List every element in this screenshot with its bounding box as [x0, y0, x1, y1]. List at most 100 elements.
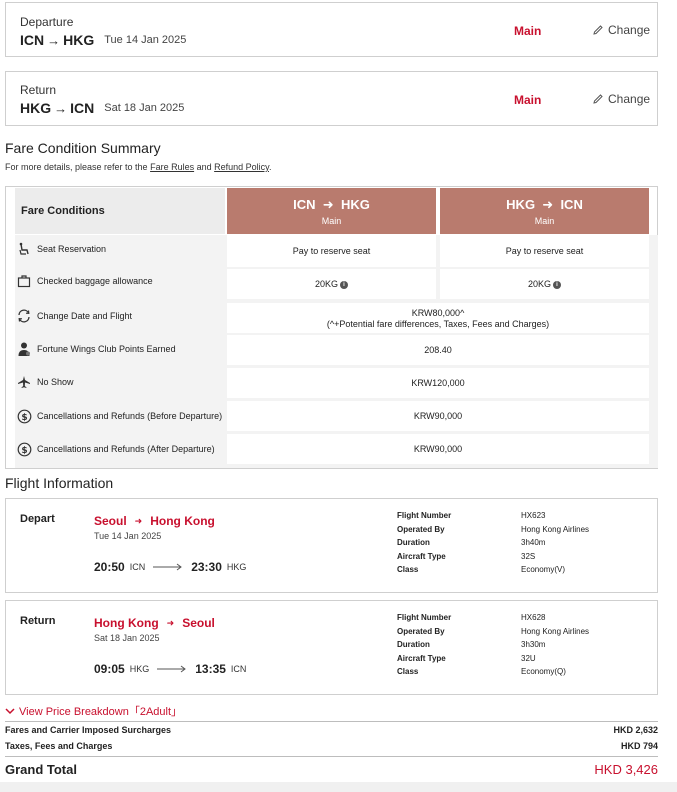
flight-kind: Return	[20, 615, 56, 627]
route-header-outbound: ICN ➜ HKG Main	[227, 188, 436, 234]
arrival-time: 23:30	[191, 560, 222, 574]
cancel-before-value: KRW90,000	[227, 401, 649, 431]
origin-city: Seoul	[94, 514, 127, 528]
cancel-after-label: $ Cancellations and Refunds (After Depar…	[15, 436, 225, 462]
change-date-label: Change Date and Flight	[15, 307, 225, 325]
chevron-down-icon	[5, 708, 15, 715]
change-label: Change	[608, 92, 651, 106]
divider	[5, 756, 658, 757]
info-icon[interactable]: i	[553, 280, 561, 289]
arrow-right-icon: →	[47, 32, 61, 48]
route-header-route: ICN ➜ HKG	[293, 197, 370, 212]
info-icon[interactable]: i	[340, 280, 348, 289]
grand-total-row: Grand Total HKD 3,426	[5, 762, 658, 777]
destination-city: Hong Kong	[150, 514, 215, 528]
arrival-code: HKG	[226, 562, 247, 572]
detail-label: Aircraft Type	[397, 551, 446, 561]
change-button[interactable]: Change	[592, 92, 650, 106]
seat-reservation-label: Seat Reservation	[15, 240, 225, 258]
segment-label: Departure	[20, 15, 74, 29]
destination-code: HKG	[63, 32, 95, 48]
row-label-text: No Show	[37, 377, 74, 387]
departure-segment-card: Departure ICN → HKG Tue 14 Jan 2025 Main…	[5, 2, 658, 57]
no-show-label: No Show	[15, 373, 225, 391]
cancel-before-label: $ Cancellations and Refunds (Before Depa…	[15, 403, 225, 429]
dollar-icon: $	[15, 440, 33, 458]
depart-flight-card: Depart Seoul ➜ Hong Kong Tue 14 Jan 2025…	[5, 498, 658, 593]
origin-city: Hong Kong	[94, 616, 159, 630]
segment-date: Tue 14 Jan 2025	[104, 34, 187, 46]
segment-date: Sat 18 Jan 2025	[104, 102, 185, 114]
flight-date: Tue 14 Jan 2025	[94, 531, 162, 541]
svg-text:$: $	[21, 446, 27, 456]
change-fee-note: (^+Potential fare differences, Taxes, Fe…	[326, 319, 550, 329]
route-header-cabin: Main	[321, 216, 342, 226]
flight-times: 20:50 ICN 23:30 HKG	[94, 560, 246, 574]
seat-icon	[15, 240, 33, 258]
flight-info-title: Flight Information	[5, 475, 114, 491]
fare-summary-title: Fare Condition Summary	[5, 140, 161, 156]
flight-times: 09:05 HKG 13:35 ICN	[94, 662, 246, 676]
route-header-cabin: Main	[534, 216, 555, 226]
grand-total-value: HKD 3,426	[594, 762, 658, 777]
route-header-return: HKG ➜ ICN Main	[440, 188, 649, 234]
taxes-row: Taxes, Fees and Charges HKD 794	[5, 741, 658, 751]
aircraft-type: 32S	[521, 551, 536, 561]
cabin-class: Main	[514, 93, 542, 107]
duration: 3h40m	[521, 538, 546, 547]
view-price-breakdown-toggle[interactable]: View Price Breakdown「2Adult」	[5, 703, 182, 719]
fare-conditions-header: Fare Conditions	[15, 188, 225, 234]
detail-label: Flight Number	[397, 511, 452, 520]
row-label-text: Cancellations and Refunds (After Departu…	[37, 443, 215, 454]
baggage-outbound-value: 20KG i	[227, 269, 436, 299]
seat-outbound-value: Pay to reserve seat	[227, 235, 436, 267]
detail-label: Class	[397, 667, 419, 676]
flight-details: Flight Number HX628 Operated By Hong Kong …	[397, 613, 641, 681]
flight-number: HX628	[521, 613, 546, 622]
arrival-code: ICN	[230, 664, 247, 674]
pencil-icon	[593, 94, 603, 104]
operator: Hong Kong Airlines	[521, 626, 590, 636]
change-date-value: KRW80,000^ (^+Potential fare differences…	[227, 303, 649, 333]
fare-conditions-table: Fare Conditions ICN ➜ HKG Main HKG ➜ ICN…	[5, 186, 658, 469]
detail-label: Operated By	[397, 524, 445, 534]
fares-value: HKD 2,632	[613, 725, 658, 735]
refund-policy-link[interactable]: Refund Policy	[214, 162, 269, 172]
cancel-after-value: KRW90,000	[227, 434, 649, 464]
flight-details: Flight Number HX623 Operated By Hong Kong …	[397, 511, 641, 579]
flight-route: Seoul ➜ Hong Kong	[94, 514, 215, 528]
baggage-icon	[15, 272, 33, 290]
flight-kind: Depart	[20, 513, 55, 525]
return-segment-card: Return HKG → ICN Sat 18 Jan 2025 Main Ch…	[5, 71, 658, 126]
change-button[interactable]: Change	[592, 23, 650, 37]
departure-code: ICN	[129, 562, 146, 572]
fare-summary-note: For more details, please refer to the Fa…	[5, 162, 272, 172]
arrival-time: 13:35	[195, 662, 226, 676]
footer-band	[0, 782, 677, 792]
detail-label: Flight Number	[397, 613, 452, 622]
flight-date: Sat 18 Jan 2025	[94, 633, 160, 643]
taxes-value: HKD 794	[620, 741, 658, 751]
fare-rules-link[interactable]: Fare Rules	[150, 162, 194, 172]
change-label: Change	[608, 23, 651, 37]
detail-label: Aircraft Type	[397, 653, 446, 663]
return-flight-card: Return Hong Kong ➜ Seoul Sat 18 Jan 2025…	[5, 600, 658, 695]
grand-total-label: Grand Total	[5, 762, 77, 777]
note-text: For more details, please refer to the	[5, 162, 151, 172]
baggage-weight: 20KG	[314, 279, 338, 289]
flight-route: Hong Kong ➜ Seoul	[94, 616, 215, 630]
seat-return-value: Pay to reserve seat	[440, 235, 649, 267]
note-text: .	[269, 162, 272, 172]
long-arrow-icon	[153, 563, 183, 571]
dollar-icon: $	[15, 407, 33, 425]
flight-number: HX623	[521, 511, 546, 520]
origin-code: ICN	[20, 32, 45, 48]
points-label: Fortune Wings Club Points Earned	[15, 340, 225, 358]
arrow-right-icon: ➜	[166, 617, 175, 628]
baggage-return-value: 20KG i	[440, 269, 649, 299]
fare-class: Economy(Q)	[521, 667, 566, 676]
segment-label: Return	[20, 83, 57, 97]
row-label-text: Seat Reservation	[37, 244, 107, 254]
aircraft-type: 32U	[521, 653, 536, 663]
row-label-text: Checked baggage allowance	[37, 276, 153, 286]
